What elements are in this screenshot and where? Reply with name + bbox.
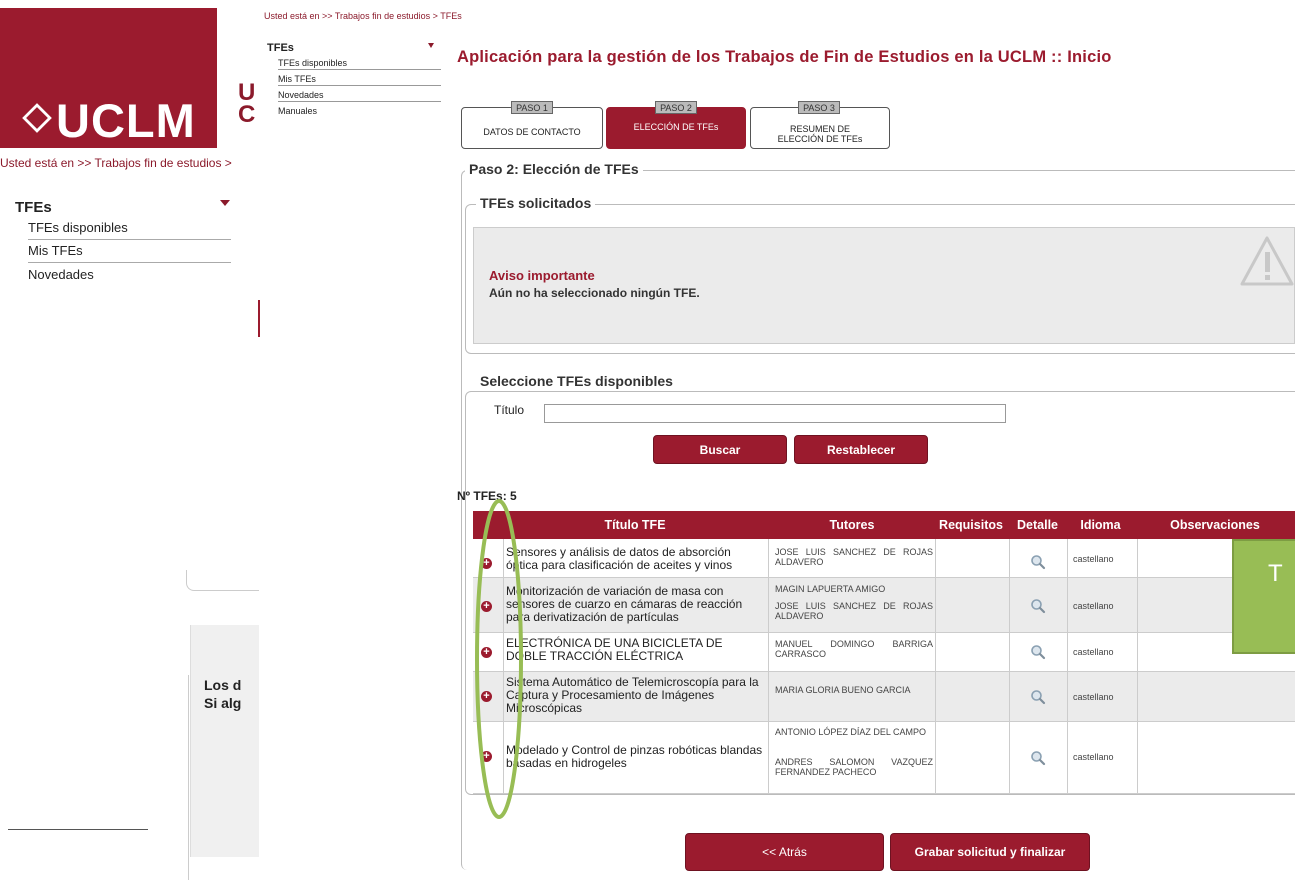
page-title: Aplicación para la gestión de los Trabaj…: [457, 48, 1112, 66]
sidebar-title[interactable]: TFEs: [267, 42, 294, 54]
reset-button[interactable]: Restablecer: [794, 435, 928, 464]
background-menu-item[interactable]: Mis TFEs: [28, 243, 231, 263]
caret-down-icon: [220, 200, 230, 206]
tfe-tutor-cell: MARIA GLORIA BUENO GARCIA: [775, 685, 911, 695]
detail-magnifier-icon[interactable]: [1030, 750, 1046, 766]
tfe-language-cell: castellano: [1073, 647, 1114, 657]
background-divider: [188, 675, 189, 880]
step-3-tag: PASO 3: [798, 101, 840, 114]
step-1-tag: PASO 1: [511, 101, 553, 114]
detail-magnifier-icon[interactable]: [1030, 689, 1046, 705]
diamond-logo-icon: [22, 103, 52, 133]
tfe-tutor-cell: MANUEL DOMINGO BARRIGA CARRASCO: [775, 639, 933, 659]
warning-triangle-icon: [1240, 236, 1294, 286]
column-header-requisitos[interactable]: Requisitos: [934, 511, 1008, 539]
detail-magnifier-icon[interactable]: [1030, 554, 1046, 570]
column-header-titulo[interactable]: Título TFE: [506, 511, 764, 539]
search-button[interactable]: Buscar: [653, 435, 787, 464]
callout-text: T: [1268, 560, 1283, 587]
save-and-finish-button[interactable]: Grabar solicitud y finalizar: [890, 833, 1090, 871]
step2-legend: Paso 2: Elección de TFEs: [465, 161, 643, 177]
tfe-title-cell: Sensores y análisis de datos de absorció…: [506, 545, 733, 572]
table-grid-line: [1137, 539, 1138, 794]
tfe-language-cell: castellano: [1073, 554, 1114, 564]
tfe-title-cell: Monitorización de variación de masa con …: [506, 584, 743, 624]
caret-down-icon[interactable]: [428, 43, 434, 48]
sidebar-item-mis-tfes[interactable]: Mis TFEs: [278, 74, 441, 86]
requested-legend: TFEs solicitados: [476, 195, 596, 211]
background-divider: [8, 829, 148, 830]
detail-magnifier-icon[interactable]: [1030, 598, 1046, 614]
tfe-title-cell: Sistema Automático de Telemicroscopía pa…: [506, 675, 759, 715]
tfe-tutor-cell: JOSE LUIS SANCHEZ DE ROJAS ALDAVERO: [775, 601, 933, 621]
back-button[interactable]: << Atrás: [685, 833, 884, 871]
sidebar-item-manuales[interactable]: Manuales: [278, 106, 441, 117]
available-legend: Seleccione TFEs disponibles: [476, 373, 677, 389]
background-menu-item[interactable]: TFEs disponibles: [28, 220, 231, 240]
tfe-tutor-cell: JOSE LUIS SANCHEZ DE ROJAS ALDAVERO: [775, 547, 933, 567]
background-breadcrumb: Usted está en >> Trabajos fin de estudio…: [0, 156, 232, 170]
tfe-tutor-cell: ANTONIO LÓPEZ DÍAZ DEL CAMPO: [775, 727, 927, 737]
highlight-oval-annotation: [475, 499, 523, 819]
background-red-marker: [258, 300, 260, 337]
sidebar-item-tfes-disponibles[interactable]: TFEs disponibles: [278, 58, 441, 70]
background-notice-text: Los d Si alg: [204, 677, 242, 711]
tfe-language-cell: castellano: [1073, 601, 1114, 611]
tfe-title-cell: Modelado y Control de pinzas robóticas b…: [506, 743, 763, 770]
background-notice-box: [190, 625, 261, 857]
tfe-tutor-cell: ANDRES SALOMON VAZQUEZ FERNANDEZ PACHECO: [775, 757, 933, 777]
column-header-observaciones[interactable]: Observaciones: [1140, 511, 1290, 539]
tfe-language-cell: castellano: [1073, 752, 1114, 762]
background-logo-text: UCLM: [22, 93, 196, 148]
warning-title: Aviso importante: [489, 268, 595, 283]
table-grid-line: [935, 539, 936, 794]
background-menu-item[interactable]: Novedades: [28, 267, 231, 286]
tfe-language-cell: castellano: [1073, 692, 1114, 702]
breadcrumb: Usted está en >> Trabajos fin de estudio…: [264, 11, 462, 21]
sidebar-item-novedades[interactable]: Novedades: [278, 90, 441, 102]
column-header-idioma[interactable]: Idioma: [1068, 511, 1133, 539]
background-panel: [186, 570, 259, 591]
callout-box-annotation: [1232, 539, 1295, 654]
title-search-input[interactable]: [544, 404, 1006, 423]
table-grid-line: [1067, 539, 1068, 794]
background-menu-title: TFEs: [15, 199, 52, 216]
column-header-tutores[interactable]: Tutores: [770, 511, 934, 539]
detail-magnifier-icon[interactable]: [1030, 644, 1046, 660]
title-search-label: Título: [494, 403, 525, 417]
table-grid-line: [1009, 539, 1010, 794]
column-header-detalle[interactable]: Detalle: [1010, 511, 1065, 539]
table-grid-line: [768, 539, 769, 794]
step-2-tag: PASO 2: [655, 101, 697, 114]
tfe-tutor-cell: MAGIN LAPUERTA AMIGO: [775, 584, 886, 594]
warning-text: Aún no ha seleccionado ningún TFE.: [489, 286, 700, 300]
tfe-title-cell: ELECTRÓNICA DE UNA BICICLETA DE DOBLE TR…: [506, 636, 723, 663]
background-university-name: UC: [238, 79, 256, 128]
